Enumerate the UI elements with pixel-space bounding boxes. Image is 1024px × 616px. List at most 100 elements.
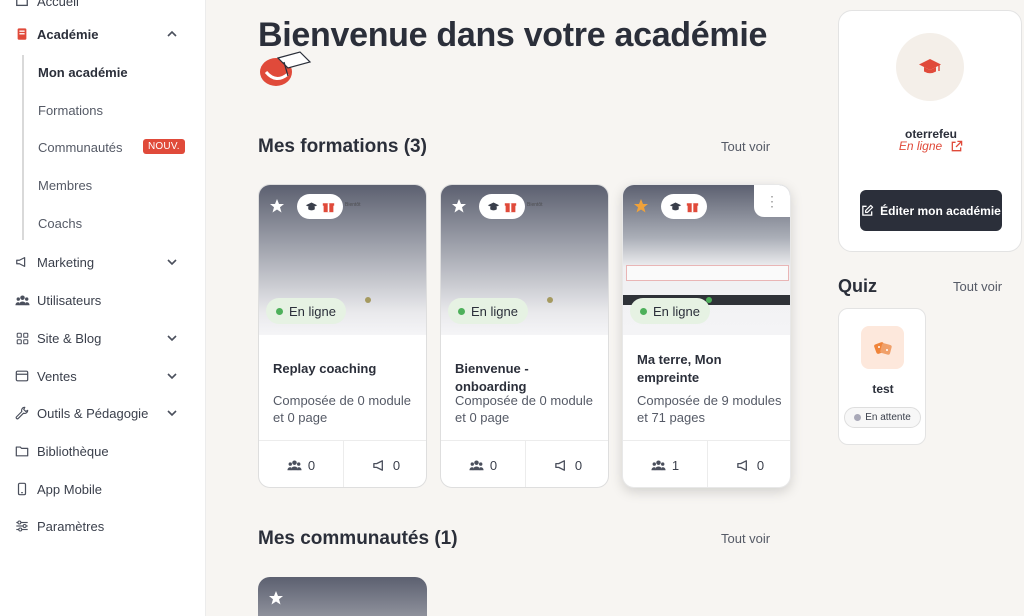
home-icon [14,0,30,9]
chevron-down-icon [165,255,179,269]
course-description: Composée de 0 module et 0 page [455,393,594,425]
sidebar-item-label: Marketing [37,254,95,270]
submenu-divider [22,55,24,240]
status-badge: En ligne [630,298,710,324]
course-stats: 0 0 [441,440,608,487]
sidebar-item-parametres[interactable]: Paramètres [0,511,206,541]
smartphone-icon [14,481,30,497]
quiz-section-title: Quiz [838,276,877,296]
graduation-cap-icon [305,202,318,211]
sidebar-item-bibliotheque[interactable]: Bibliothèque [0,436,206,466]
sidebar-item-label: Académie [37,26,99,42]
megaphone-icon [737,459,747,471]
window-icon [14,368,30,384]
chevron-down-icon [165,369,179,383]
sidebar-item-app-mobile[interactable]: App Mobile [0,474,206,504]
announcements-count[interactable]: 0 [343,441,426,487]
course-card[interactable]: Bientôt En ligne Bienvenue - onboarding … [440,184,609,488]
quiz-see-all-link[interactable]: Tout voir [953,279,1002,294]
course-type-icons [479,194,525,219]
sidebar: Accueil Académie Mon académie Formations… [0,0,206,616]
course-title: Replay coaching [273,361,377,376]
page-title: Bienvenue dans votre académie [258,16,768,54]
folder-icon [14,443,30,459]
chevron-up-icon [165,27,179,41]
sidebar-item-label: Bibliothèque [37,443,109,459]
star-icon[interactable] [268,590,284,606]
course-card[interactable]: Bientôt En ligne Replay coaching Composé… [258,184,427,488]
users-icon [651,459,666,470]
sliders-icon [14,518,30,534]
sidebar-item-ventes[interactable]: Ventes [0,361,206,391]
members-count[interactable]: 0 [441,441,525,487]
sidebar-subitem-membres[interactable]: Membres [38,175,92,195]
gift-icon [322,203,335,213]
status-badge: En ligne [266,298,346,324]
academy-online-link[interactable]: En ligne [839,139,1023,153]
quiz-card[interactable]: test En attente [838,308,926,445]
course-description: Composée de 0 module et 0 page [273,393,412,425]
communautes-see-all-link[interactable]: Tout voir [721,531,770,546]
sidebar-subitem-formations[interactable]: Formations [38,100,103,120]
formations-section-title: Mes formations (3) [258,136,427,157]
status-badge: En attente [844,407,921,428]
course-title: Bienvenue - onboarding [455,361,529,394]
status-badge: En ligne [448,298,528,324]
sidebar-item-label: Utilisateurs [37,292,102,308]
course-card[interactable]: ⋮ En ligne Ma terre, Mon empreinte Compo… [622,184,791,488]
more-options-icon[interactable]: ⋮ [754,185,790,217]
sidebar-item-label: Accueil [37,0,79,9]
communautes-section-title: Mes communautés (1) [258,528,458,549]
course-stats: 0 0 [259,440,426,487]
academy-profile-card: oterrefeu En ligne Éditer mon académie [838,10,1022,252]
chevron-down-icon [165,406,179,420]
sidebar-subitem-mon-academie[interactable]: Mon académie [38,62,128,82]
users-icon [14,292,30,308]
sidebar-item-label: Paramètres [37,518,105,534]
users-icon [469,459,484,470]
dice-icon [861,326,904,369]
announcements-count[interactable]: 0 [525,441,608,487]
sidebar-item-label: Outils & Pédagogie [37,405,149,421]
graduation-cap-icon [919,59,941,74]
members-count[interactable]: 0 [259,441,343,487]
edit-icon [862,204,874,216]
course-type-icons [661,194,707,219]
external-link-icon [951,140,963,151]
sidebar-item-utilisateurs[interactable]: Utilisateurs [0,285,206,315]
star-icon[interactable] [269,198,285,214]
course-title: Ma terre, Mon empreinte [637,352,722,385]
gift-icon [686,203,699,213]
gift-icon [504,203,517,213]
grid-icon [14,330,30,346]
sidebar-subitem-communautes[interactable]: Communautés [38,137,123,157]
sidebar-item-academie[interactable]: Académie [0,19,206,49]
sidebar-item-marketing[interactable]: Marketing [0,247,206,277]
announcements-count[interactable]: 0 [707,441,790,487]
sidebar-item-label: App Mobile [37,481,103,497]
course-description: Composée de 9 modules et 71 pages [637,393,782,425]
sidebar-item-label: Site & Blog [37,330,102,346]
star-icon[interactable] [633,198,649,214]
community-card[interactable] [258,577,427,616]
book-icon [14,26,30,42]
megaphone-icon [555,459,565,471]
sidebar-item-accueil[interactable]: Accueil [0,0,206,16]
graduation-cap-icon [669,202,682,211]
course-type-icons [297,194,343,219]
megaphone-icon [373,459,383,471]
course-stats: 1 0 [623,440,790,487]
sidebar-subitem-coachs[interactable]: Coachs [38,213,82,233]
sidebar-item-outils-pedagogie[interactable]: Outils & Pédagogie [0,398,206,428]
sidebar-item-label: Ventes [37,368,77,384]
graduation-cap-icon [487,202,500,211]
chevron-down-icon [165,331,179,345]
graduation-mascot-icon [258,50,312,90]
quiz-name: test [872,382,894,396]
star-icon[interactable] [451,198,467,214]
members-count[interactable]: 1 [623,441,707,487]
formations-see-all-link[interactable]: Tout voir [721,139,770,154]
wrench-icon [14,405,30,421]
sidebar-item-site-blog[interactable]: Site & Blog [0,323,206,353]
edit-academy-button[interactable]: Éditer mon académie [860,190,1002,231]
